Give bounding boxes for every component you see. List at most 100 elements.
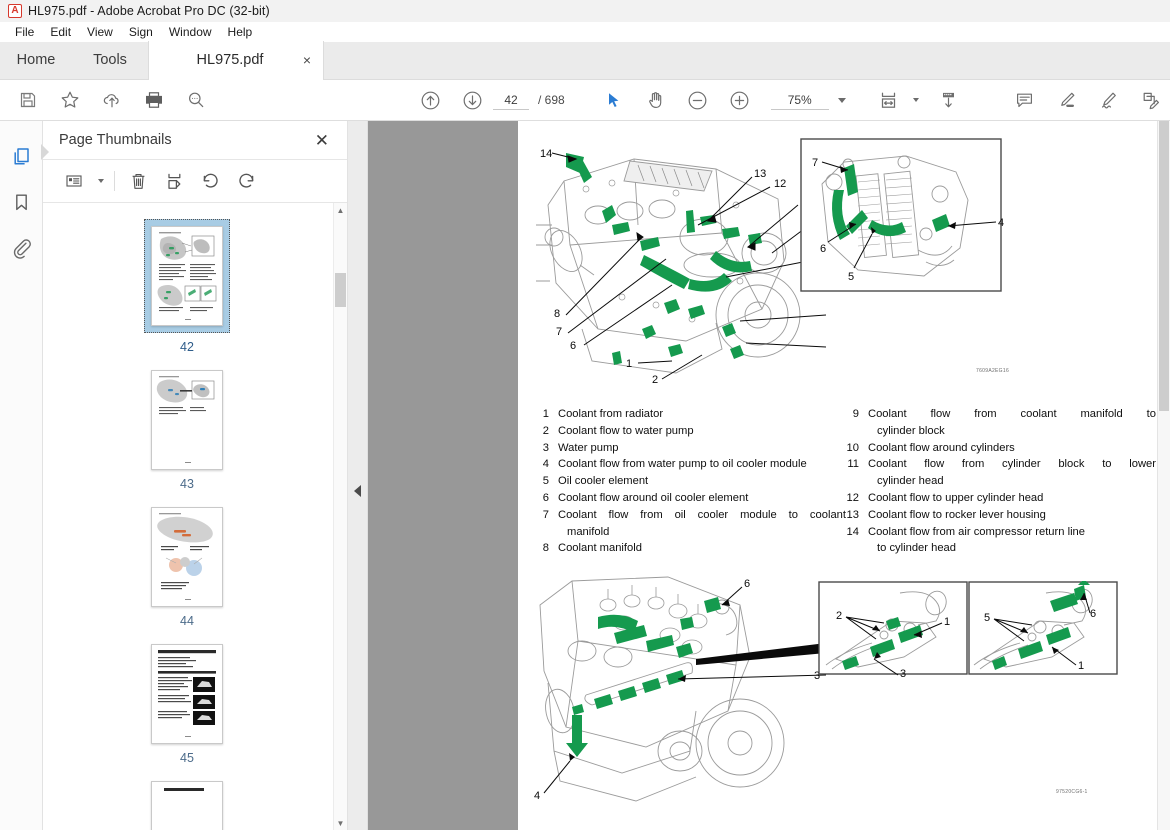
save-icon[interactable] (12, 84, 44, 116)
options-menu-icon[interactable] (59, 166, 89, 196)
star-icon[interactable] (54, 84, 86, 116)
legend-number: 14 (846, 525, 859, 538)
document-scrollbar-thumb[interactable] (1159, 121, 1169, 411)
close-panel-icon[interactable]: ✕ (311, 130, 333, 151)
search-icon[interactable] (180, 84, 212, 116)
legend-text: Coolant flow around oil cooler element (558, 491, 749, 504)
hand-icon[interactable] (640, 84, 672, 116)
highlight-pen-icon[interactable] (1051, 84, 1083, 116)
options-chevron-icon[interactable] (98, 179, 104, 183)
panel-splitter[interactable] (348, 121, 368, 830)
thumbnails-scrollbar[interactable]: ▲ ▼ (333, 203, 347, 830)
legend-item: 2 Coolant flow to water pump (536, 423, 846, 440)
page-total-label: / 698 (538, 93, 565, 107)
document-scrollbar[interactable] (1157, 121, 1170, 830)
thumbnail-page-42[interactable]: 42 (144, 219, 230, 354)
legend-text: Coolant flow from oil cooler module to c… (558, 508, 846, 521)
legend-text: Coolant from radiator (558, 408, 664, 420)
rotate-clockwise-icon[interactable] (231, 166, 261, 196)
zoom-out-icon[interactable] (682, 84, 714, 116)
figure-legend: 1 Coolant from radiator 2 Coolant flow t… (536, 406, 1156, 557)
menu-sign[interactable]: Sign (121, 23, 161, 41)
page-nav-group: / 698 (409, 84, 565, 116)
collapse-panel-arrow-icon[interactable] (354, 485, 361, 497)
scroll-down-arrow-icon[interactable]: ▼ (334, 816, 347, 830)
previous-page-icon[interactable] (414, 84, 446, 116)
thumbnail-page-44[interactable]: 44 (151, 507, 223, 628)
thumbnail-page-next-partial[interactable] (151, 781, 223, 830)
sidebar-item-bookmarks[interactable] (4, 185, 38, 219)
delete-pages-icon[interactable] (123, 166, 153, 196)
tab-document[interactable]: HL975.pdf × (148, 41, 324, 80)
legend-column-right: 9 Coolant flow from coolant manifold to … (846, 406, 1156, 557)
main-toolbar: / 698 (0, 80, 1170, 121)
zoom-dropdown-chevron-icon[interactable] (837, 97, 846, 103)
svg-text:13: 13 (754, 168, 766, 180)
legend-number: 12 (846, 491, 859, 504)
extract-pages-icon[interactable] (159, 166, 189, 196)
print-icon[interactable] (138, 84, 170, 116)
menu-help[interactable]: Help (220, 23, 261, 41)
tab-tools[interactable]: Tools (72, 41, 148, 79)
scrollbar-thumb[interactable] (335, 273, 346, 307)
fit-page-chevron-icon[interactable] (912, 98, 919, 102)
thumbnail-page-43[interactable]: 43 (151, 370, 223, 491)
thumbnail-image (151, 781, 223, 830)
comment-icon[interactable] (1009, 84, 1041, 116)
thumbnail-page-45[interactable]: 45 (151, 644, 223, 765)
next-page-icon[interactable] (456, 84, 488, 116)
sidebar-item-attachments[interactable] (4, 231, 38, 265)
figure-inset-thermostat-a: 2 1 3 (818, 581, 968, 680)
svg-text:4: 4 (998, 217, 1004, 229)
annotation-tools-group (1004, 84, 1170, 116)
rotate-counterclockwise-icon[interactable] (195, 166, 225, 196)
svg-text:7: 7 (556, 326, 562, 338)
acrobat-window: HL975.pdf - Adobe Acrobat Pro DC (32-bit… (0, 0, 1170, 830)
svg-text:2: 2 (836, 610, 842, 622)
edit-pdf-icon[interactable] (1135, 84, 1167, 116)
legend-number: 10 (846, 441, 859, 454)
thumbnail-image (151, 507, 223, 607)
svg-text:4: 4 (534, 790, 540, 802)
svg-text:1: 1 (1078, 660, 1084, 672)
scroll-mode-icon[interactable] (933, 84, 965, 116)
legend-item: 11 Coolant flow from cylinder block to l… (846, 456, 1156, 473)
menu-view[interactable]: View (79, 23, 121, 41)
tab-home[interactable]: Home (0, 41, 72, 79)
legend-item: 6 Coolant flow around oil cooler element (536, 490, 846, 507)
scroll-up-arrow-icon[interactable]: ▲ (334, 203, 347, 217)
svg-text:8: 8 (554, 308, 560, 320)
thumbnails-toolbar (43, 159, 347, 203)
legend-item: 8 Coolant manifold (536, 540, 846, 557)
thumbnail-page-label: 45 (180, 751, 194, 765)
freehand-draw-icon[interactable] (1093, 84, 1125, 116)
legend-text: Coolant flow from coolant manifold to (868, 408, 1156, 420)
window-title: HL975.pdf - Adobe Acrobat Pro DC (32-bit… (28, 3, 270, 18)
thumbnail-image (151, 644, 223, 744)
zoom-level-input[interactable] (770, 90, 829, 110)
legend-text: Coolant flow around cylinders (868, 441, 1015, 454)
cursor-arrow-icon[interactable] (598, 84, 630, 116)
menu-window[interactable]: Window (161, 23, 220, 41)
thumbnails-scroll-area[interactable]: 42 43 44 45 ▲ ▼ (43, 203, 347, 830)
upload-cloud-icon[interactable] (96, 84, 128, 116)
menu-file[interactable]: File (7, 23, 42, 41)
panel-header: Page Thumbnails ✕ (43, 121, 347, 159)
legend-number: 8 (542, 542, 549, 555)
page-number-input[interactable] (493, 90, 529, 110)
legend-column-left: 1 Coolant from radiator 2 Coolant flow t… (536, 406, 846, 557)
zoom-in-icon[interactable] (724, 84, 756, 116)
app-body: Page Thumbnails ✕ 42 43 44 45 ▲ ▼ 14 13 … (0, 121, 1170, 830)
legend-number: 9 (852, 408, 859, 420)
close-tab-icon[interactable]: × (303, 53, 311, 67)
legend-number: 5 (542, 475, 549, 488)
svg-text:12: 12 (774, 178, 786, 190)
svg-text:1: 1 (944, 616, 950, 628)
legend-text: Oil cooler element (558, 475, 649, 488)
sidebar-item-page-thumbnails[interactable] (4, 139, 38, 173)
svg-text:14: 14 (540, 148, 552, 160)
fit-page-icon[interactable] (873, 84, 905, 116)
document-viewport[interactable]: 14 13 12 11 10 9 8 7 6 1 2 (368, 121, 1170, 830)
menu-edit[interactable]: Edit (42, 23, 79, 41)
legend-text: Coolant flow to upper cylinder head (868, 491, 1044, 504)
